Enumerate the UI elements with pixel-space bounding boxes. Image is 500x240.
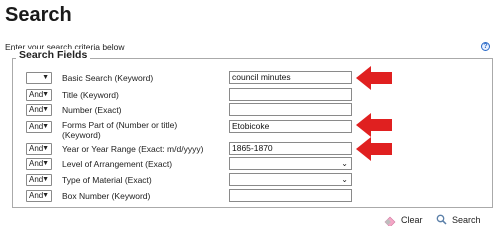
- label-forms-part-of-line1: Forms Part of (Number or title): [62, 120, 178, 130]
- chevron-down-icon: ▼: [42, 123, 49, 130]
- page-title: Search: [5, 4, 72, 26]
- label-forms-part-of-line2: (Keyword): [62, 130, 101, 140]
- search-fields-legend: Search Fields: [16, 49, 91, 61]
- chevron-down-icon: ▼: [42, 192, 49, 199]
- label-year-range: Year or Year Range (Exact: m/d/yyyy): [62, 144, 204, 154]
- search-label: Search: [452, 214, 481, 225]
- operator-select-year-range[interactable]: And ▼: [26, 143, 52, 155]
- chevron-down-icon: ⌄: [341, 159, 348, 168]
- chevron-down-icon: ▼: [42, 176, 49, 183]
- help-icon[interactable]: ?: [481, 42, 490, 51]
- operator-select-type-of-material[interactable]: And ▼: [26, 174, 52, 186]
- arrow-left-icon: [356, 66, 392, 90]
- label-forms-part-of: Forms Part of (Number or title) (Keyword…: [62, 120, 177, 140]
- search-button[interactable]: Search: [436, 214, 481, 225]
- level-of-arrangement-select[interactable]: ⌄: [229, 157, 352, 170]
- chevron-down-icon: ⌄: [341, 175, 348, 184]
- operator-select-title[interactable]: And ▼: [26, 89, 52, 101]
- title-input[interactable]: [229, 88, 352, 101]
- search-icon: [436, 214, 447, 225]
- clear-button[interactable]: Clear: [384, 214, 423, 226]
- forms-part-of-input[interactable]: Etobicoke: [229, 120, 352, 133]
- arrow-left-icon: [356, 113, 392, 137]
- chevron-down-icon: ▼: [42, 74, 49, 81]
- clear-label: Clear: [401, 215, 423, 225]
- number-input[interactable]: [229, 103, 352, 116]
- label-basic-search: Basic Search (Keyword): [62, 73, 154, 83]
- operator-select-basic-search[interactable]: ▼: [26, 72, 52, 84]
- label-type-of-material: Type of Material (Exact): [62, 175, 152, 185]
- chevron-down-icon: ▼: [42, 160, 49, 167]
- arrow-left-icon: [356, 137, 392, 161]
- eraser-icon: [384, 216, 396, 226]
- box-number-input[interactable]: [229, 189, 352, 202]
- basic-search-input[interactable]: council minutes: [229, 71, 352, 84]
- operator-select-forms-part-of[interactable]: And ▼: [26, 121, 52, 133]
- year-range-input[interactable]: 1865-1870: [229, 142, 352, 155]
- operator-select-level-of-arrangement[interactable]: And ▼: [26, 158, 52, 170]
- chevron-down-icon: ▼: [42, 145, 49, 152]
- label-box-number: Box Number (Keyword): [62, 191, 151, 201]
- operator-select-number[interactable]: And ▼: [26, 104, 52, 116]
- type-of-material-select[interactable]: ⌄: [229, 173, 352, 186]
- chevron-down-icon: ▼: [42, 106, 49, 113]
- label-title: Title (Keyword): [62, 90, 119, 100]
- label-level-of-arrangement: Level of Arrangement (Exact): [62, 159, 173, 169]
- chevron-down-icon: ▼: [42, 91, 49, 98]
- operator-select-box-number[interactable]: And ▼: [26, 190, 52, 202]
- label-number: Number (Exact): [62, 105, 122, 115]
